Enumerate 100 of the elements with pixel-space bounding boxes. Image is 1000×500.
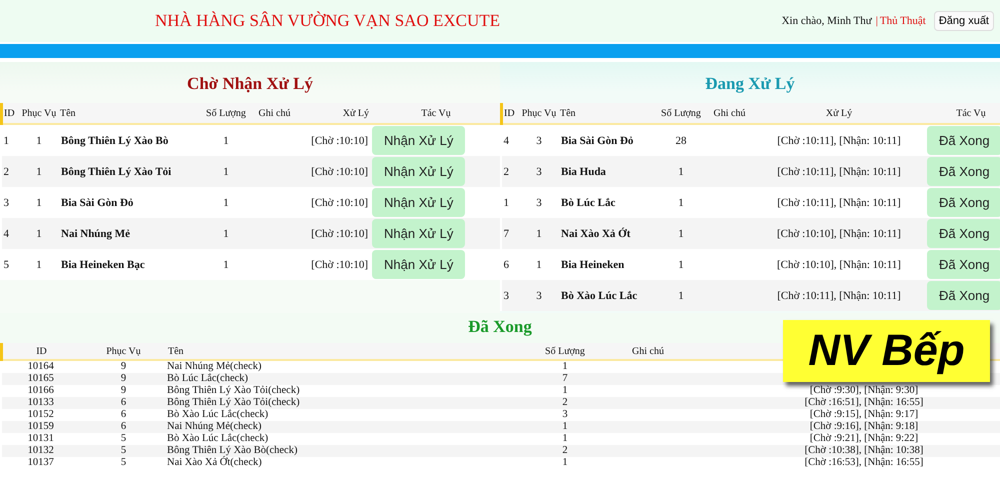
table-cell: [Chờ :9:30], [Nhận: 9:30] xyxy=(728,385,1000,397)
table-cell: Bia Heineken Bạc xyxy=(59,249,201,280)
table-cell: Bò Lúc Lắc(check) xyxy=(167,373,499,385)
action-button[interactable]: Đã Xong xyxy=(927,281,1000,310)
action-button[interactable]: Nhận Xử Lý xyxy=(372,219,466,248)
table-cell: Bia Sài Gòn Đỏ xyxy=(559,124,656,156)
table-cell: 2 xyxy=(502,156,519,187)
table-cell: Bia Huda xyxy=(559,156,656,187)
action-button[interactable]: Đã Xong xyxy=(927,219,1000,248)
table-cell: 10133 xyxy=(2,397,80,409)
callout-label: NV Bếp xyxy=(783,320,990,382)
table-cell: 6 xyxy=(80,421,167,433)
table-cell: [Chờ :10:10] xyxy=(298,156,370,187)
action-button[interactable]: Nhận Xử Lý xyxy=(372,188,466,217)
table-cell: [Chờ :9:15], [Nhận: 9:17] xyxy=(728,409,1000,421)
table-cell: Nai Xào Xả Ớt xyxy=(559,218,656,249)
table-cell: Bông Thiên Lý Xào Tỏi xyxy=(59,156,201,187)
table-cell: 1 xyxy=(19,249,59,280)
table-cell: 1 xyxy=(19,156,59,187)
section-title: Đang Xử Lý xyxy=(704,73,796,95)
table-cell: 1 xyxy=(201,124,251,156)
table-cell: Nai Xào Xả Ớt(check) xyxy=(167,457,499,469)
column-header: Phục Vụ xyxy=(19,103,59,124)
table-cell: Nai Nhúng Mẻ(check) xyxy=(167,360,499,373)
table-cell: [Chờ :10:10] xyxy=(298,249,370,280)
action-button[interactable]: Nhận Xử Lý xyxy=(372,126,466,155)
table-cell: 7 xyxy=(499,373,631,385)
section-title: Đã Xong xyxy=(467,316,533,338)
table-cell: 1 xyxy=(19,218,59,249)
table-cell: 1 xyxy=(201,218,251,249)
column-header: Phục Vụ xyxy=(519,103,559,124)
table-cell: [Chờ :10:11], [Nhận: 10:11] xyxy=(753,156,925,187)
table-cell: 10165 xyxy=(2,373,80,385)
column-header: Ghi chú xyxy=(631,343,728,360)
greeting-text: Xin chào, Minh Thư xyxy=(782,15,872,27)
table-cell: 3 xyxy=(499,409,631,421)
table-cell: [Chờ :9:16], [Nhận: 9:18] xyxy=(728,421,1000,433)
table-cell: 1 xyxy=(656,249,706,280)
site-title: NHÀ HÀNG SÂN VƯỜNG VẠN SAO EXCUTE xyxy=(155,11,500,31)
table-cell: 6 xyxy=(502,249,519,280)
table-cell: 3 xyxy=(519,187,559,218)
table-cell: 9 xyxy=(80,373,167,385)
table-cell: 3 xyxy=(2,187,19,218)
column-header: Tên xyxy=(167,343,499,360)
table-cell: 7 xyxy=(502,218,519,249)
table-cell: 6 xyxy=(80,397,167,409)
table-cell: Bông Thiên Lý Xào Bò(check) xyxy=(167,445,499,457)
action-button[interactable]: Nhận Xử Lý xyxy=(372,157,466,186)
table-cell: 5 xyxy=(80,457,167,469)
action-button[interactable]: Nhận Xử Lý xyxy=(372,250,466,279)
table-cell: [Chờ :10:10], [Nhận: 10:11] xyxy=(753,249,925,280)
column-header: Số Lượng xyxy=(499,343,631,360)
table-cell: 1 xyxy=(499,360,631,373)
nav-link[interactable]: Thủ Thuật xyxy=(880,15,926,27)
table-cell: 2 xyxy=(499,445,631,457)
action-button[interactable]: Đã Xong xyxy=(927,188,1000,217)
table-cell: 10152 xyxy=(2,409,80,421)
section-title: Chờ Nhận Xử Lý xyxy=(186,73,314,95)
table-cell: 10137 xyxy=(2,457,80,469)
separator-text: | xyxy=(876,15,878,27)
table-cell: 10132 xyxy=(2,445,80,457)
table-cell: [Chờ :10:10] xyxy=(298,124,370,156)
table-cell: Bông Thiên Lý Xào Tỏi(check) xyxy=(167,397,499,409)
table-cell: 1 xyxy=(201,156,251,187)
table-cell: 1 xyxy=(519,218,559,249)
column-header: Tên xyxy=(559,103,656,124)
table-cell: Bò Xào Lúc Lắc xyxy=(559,280,656,311)
table-cell: Nai Nhúng Mẻ xyxy=(59,218,201,249)
table-cell: 1 xyxy=(656,218,706,249)
table-cell: Bò Xào Lúc Lắc(check) xyxy=(167,433,499,445)
table-cell: 6 xyxy=(80,409,167,421)
table-cell: 9 xyxy=(80,360,167,373)
table-cell: 1 xyxy=(499,385,631,397)
table-cell: [Chờ :16:51], [Nhận: 16:55] xyxy=(728,397,1000,409)
table-cell: 4 xyxy=(2,218,19,249)
table-cell: [Chờ :10:11], [Nhận: 10:11] xyxy=(753,187,925,218)
column-header: Tác Vụ xyxy=(925,103,1000,124)
column-header: Số Lượng xyxy=(656,103,706,124)
table-cell: 5 xyxy=(80,445,167,457)
column-header: Số Lượng xyxy=(201,103,251,124)
table-cell: 5 xyxy=(2,249,19,280)
action-button[interactable]: Đã Xong xyxy=(927,250,1000,279)
action-button[interactable]: Đã Xong xyxy=(927,157,1000,186)
column-header: Tác Vụ xyxy=(370,103,502,124)
table-cell: 3 xyxy=(519,156,559,187)
table-cell: [Chờ :10:10] xyxy=(298,187,370,218)
table-cell: [Chờ :9:21], [Nhận: 9:22] xyxy=(728,433,1000,445)
table-cell: [Chờ :10:10], [Nhận: 10:11] xyxy=(753,218,925,249)
table-cell: 5 xyxy=(80,433,167,445)
logout-button[interactable]: Đăng xuất xyxy=(934,11,994,31)
table-cell: [Chờ :16:53], [Nhận: 16:55] xyxy=(728,457,1000,469)
action-button[interactable]: Đã Xong xyxy=(927,126,1000,155)
table-cell: Bò Lúc Lắc xyxy=(559,187,656,218)
table-cell: 1 xyxy=(201,187,251,218)
table-cell: 1 xyxy=(519,249,559,280)
table-cell: [Chờ :10:38], [Nhận: 10:38] xyxy=(728,445,1000,457)
column-header: ID xyxy=(502,103,519,124)
table-cell: 3 xyxy=(502,280,519,311)
column-header: Xử Lý xyxy=(753,103,925,124)
table-cell: 28 xyxy=(656,124,706,156)
